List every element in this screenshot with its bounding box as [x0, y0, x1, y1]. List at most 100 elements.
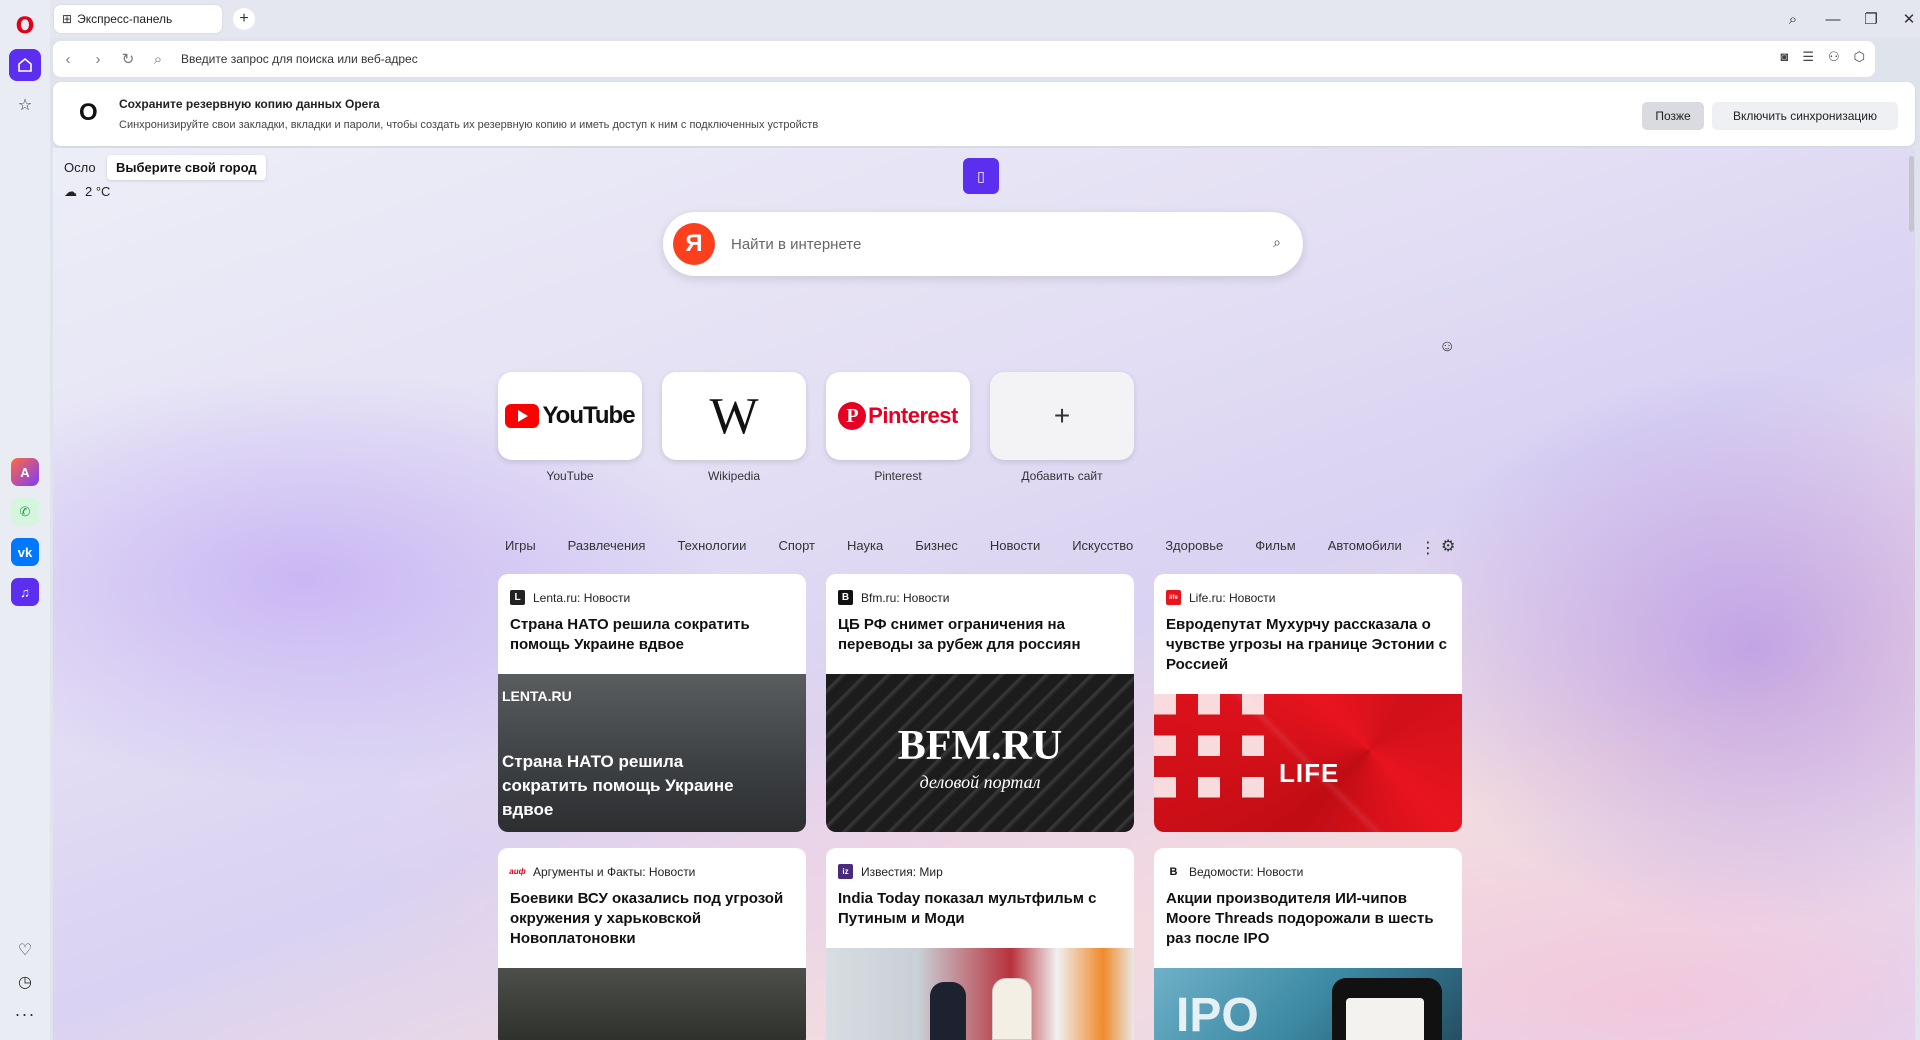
profile-icon[interactable]: ⚇ — [1828, 49, 1840, 65]
minimize-icon[interactable]: — — [1820, 8, 1846, 30]
aif-icon: аиф — [509, 864, 526, 879]
category-tab[interactable]: Спорт — [778, 538, 815, 558]
news-categories: Игры Развлечения Технологии Спорт Наука … — [505, 538, 1434, 558]
address-input[interactable]: Введите запрос для поиска или веб-адрес — [181, 52, 418, 66]
card-image — [826, 948, 1134, 1040]
tile-box: W — [662, 372, 806, 460]
camera-icon[interactable]: ◙ — [1780, 49, 1788, 65]
opera-logo-icon[interactable]: O — [9, 10, 41, 42]
news-card[interactable]: L Lenta.ru: Новости Страна НАТО решила с… — [498, 574, 806, 832]
address-actions: ◙ ☰ ⚇ ⬡ — [1780, 49, 1865, 65]
tab-strip: ⊞ Экспресс-панель + ⌕ — ❐ ✕ — [50, 0, 1920, 38]
search-icon[interactable]: ⌕ — [1273, 234, 1281, 251]
scrollbar[interactable] — [1909, 156, 1914, 232]
menu-icon[interactable]: ☰ — [1802, 49, 1814, 65]
plus-icon: + — [239, 10, 249, 27]
photo-figure — [930, 982, 966, 1040]
opera-logo-icon: O — [79, 99, 98, 126]
later-button[interactable]: Позже — [1642, 102, 1704, 130]
tile-box: YouTube — [498, 372, 642, 460]
lenta-icon: L — [510, 590, 525, 605]
gear-icon[interactable]: ⚙ — [1441, 536, 1455, 556]
temp-value: 2 °C — [85, 184, 111, 199]
phone-graphic — [1332, 978, 1442, 1040]
more-vertical-icon[interactable]: ⋮ — [1420, 538, 1436, 558]
home-icon[interactable] — [9, 49, 41, 81]
image-brand: LENTA.RU — [502, 688, 572, 704]
back-icon[interactable]: ‹ — [53, 51, 83, 68]
youtube-logo-icon: YouTube — [505, 402, 636, 430]
search-input[interactable] — [731, 230, 1231, 258]
category-tab[interactable]: Бизнес — [915, 538, 958, 558]
vedomosti-icon: B — [1166, 864, 1181, 879]
news-card[interactable]: life Life.ru: Новости Евродепутат Мухурч… — [1154, 574, 1462, 832]
news-card[interactable]: B Bfm.ru: Новости ЦБ РФ снимет ограничен… — [826, 574, 1134, 832]
mobile-icon[interactable]: ▯ — [963, 158, 999, 194]
news-card[interactable]: B Ведомости: Новости Акции производителя… — [1154, 848, 1462, 1040]
smiley-icon[interactable]: ☺ — [1439, 338, 1455, 356]
category-tab[interactable]: Развлечения — [568, 538, 646, 558]
card-source: iz Известия: Мир — [826, 848, 1134, 879]
category-tab[interactable]: Игры — [505, 538, 536, 558]
card-source: life Life.ru: Новости — [1154, 574, 1462, 605]
address-bar[interactable]: ‹ › ↻ ⌕ Введите запрос для поиска или ве… — [53, 41, 1875, 77]
category-tab[interactable]: Новости — [990, 538, 1040, 558]
category-tab[interactable]: Технологии — [677, 538, 746, 558]
clock-icon[interactable]: ◷ — [9, 966, 41, 998]
aria-icon[interactable]: A — [11, 458, 39, 486]
close-icon[interactable]: ✕ — [1896, 8, 1920, 30]
category-tab[interactable]: Искусство — [1072, 538, 1133, 558]
news-card[interactable]: iz Известия: Мир India Today показал мул… — [826, 848, 1134, 1040]
image-subtitle: деловой портал — [919, 772, 1041, 792]
category-tab[interactable]: Автомобили — [1328, 538, 1402, 558]
add-site-box: + — [990, 372, 1134, 460]
tile-box: P Pinterest — [826, 372, 970, 460]
vk-icon[interactable]: vk — [11, 538, 39, 566]
card-image: IPO — [1154, 968, 1462, 1040]
music-icon[interactable]: ♫ — [11, 578, 39, 606]
category-tab[interactable]: Здоровье — [1165, 538, 1223, 558]
weather-city[interactable]: Осло — [64, 160, 96, 175]
source-name: Ведомости: Новости — [1189, 864, 1304, 879]
pinterest-p-icon: P — [838, 402, 867, 430]
card-source: аиф Аргументы и Факты: Новости — [498, 848, 806, 879]
new-tab-button[interactable]: + — [233, 8, 255, 30]
tile-label: YouTube — [546, 469, 594, 483]
category-tab[interactable]: Фильм — [1255, 538, 1295, 558]
speed-dial-wikipedia[interactable]: W Wikipedia — [662, 372, 806, 483]
speed-dial-pinterest[interactable]: P Pinterest Pinterest — [826, 372, 970, 483]
sidebar: O ☆ A ✆ vk ♫ ♡ ◷ ··· — [0, 0, 50, 1040]
star-icon[interactable]: ☆ — [9, 89, 41, 121]
speed-dial-youtube[interactable]: YouTube YouTube — [498, 372, 642, 483]
city-tooltip[interactable]: Выберите свой город — [107, 155, 266, 180]
card-title: Евродепутат Мухурчу рассказала о чувстве… — [1166, 616, 1447, 673]
youtube-play-icon — [505, 404, 540, 428]
tab-speed-dial[interactable]: ⊞ Экспресс-панель — [54, 5, 222, 33]
home-glyph — [18, 57, 32, 72]
forward-icon[interactable]: › — [83, 51, 113, 68]
heart-icon[interactable]: ♡ — [9, 934, 41, 966]
restore-icon[interactable]: ❐ — [1858, 8, 1884, 30]
news-card[interactable]: аиф Аргументы и Факты: Новости Боевики В… — [498, 848, 806, 1040]
pinterest-logo-text: Pinterest — [868, 403, 958, 428]
search-box[interactable]: Я ⌕ — [663, 212, 1303, 276]
tab-search-icon[interactable]: ⌕ — [1780, 8, 1806, 30]
card-source: B Ведомости: Новости — [1154, 848, 1462, 879]
pinterest-logo-icon: P Pinterest — [838, 402, 958, 430]
card-title: Акции производителя ИИ-чипов Moore Threa… — [1166, 890, 1434, 947]
izvestia-icon: iz — [838, 864, 853, 879]
reload-icon[interactable]: ↻ — [113, 50, 143, 68]
image-brand: IPO — [1176, 989, 1259, 1040]
whatsapp-icon[interactable]: ✆ — [11, 498, 39, 526]
tile-label: Pinterest — [874, 469, 922, 483]
card-image: BFM.RU деловой портал — [826, 674, 1134, 832]
life-icon: life — [1166, 590, 1181, 605]
enable-sync-button[interactable]: Включить синхронизацию — [1712, 102, 1898, 130]
speed-dial-add-site[interactable]: + Добавить сайт — [990, 372, 1134, 483]
category-tab[interactable]: Наука — [847, 538, 883, 558]
more-icon[interactable]: ··· — [9, 998, 41, 1030]
source-name: Аргументы и Факты: Новости — [533, 864, 696, 879]
card-image — [498, 968, 806, 1040]
source-name: Lenta.ru: Новости — [533, 590, 631, 605]
extension-icon[interactable]: ⬡ — [1854, 49, 1865, 65]
